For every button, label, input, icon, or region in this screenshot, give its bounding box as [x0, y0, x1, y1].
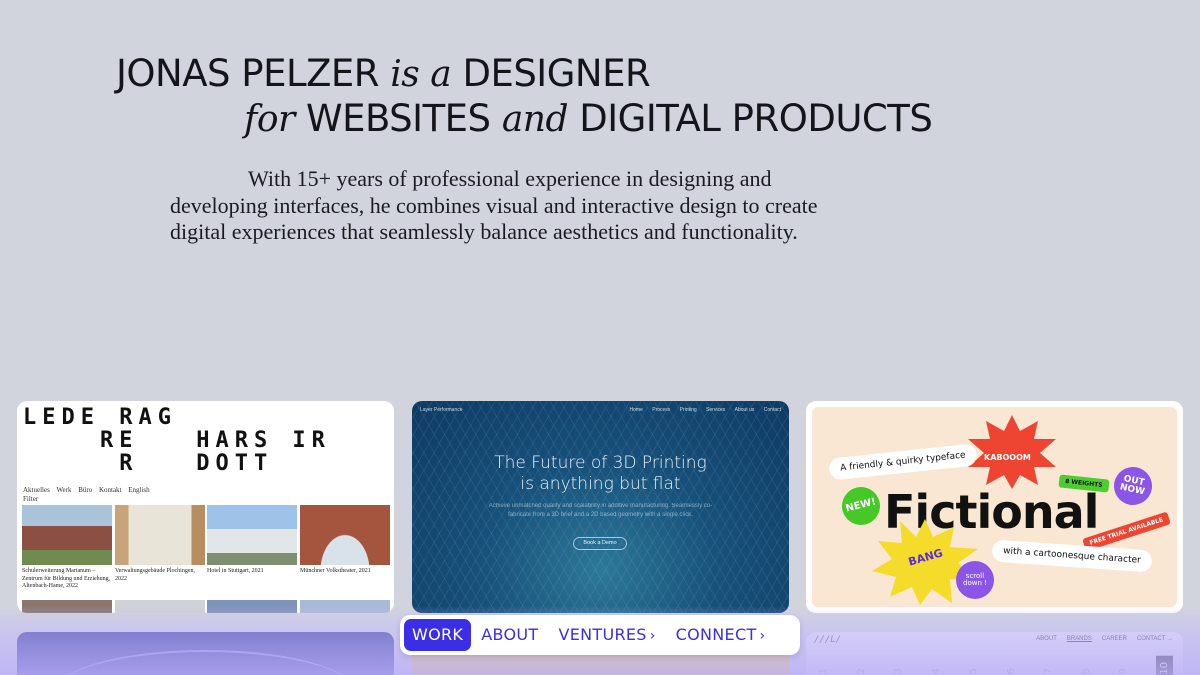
- nav-about[interactable]: ABOUT: [471, 619, 548, 651]
- floating-nav: WORK ABOUT VENTURES › CONNECT ›: [400, 615, 800, 655]
- brand-number: 07: [1043, 668, 1055, 675]
- brand-number: 03: [893, 668, 905, 675]
- brands-nav: ABOUT BRANDS CAREER CONTACT →: [1036, 636, 1173, 642]
- building-thumb: [22, 505, 112, 565]
- title-products: DIGITAL PRODUCTS: [579, 97, 933, 140]
- building-thumb: [300, 505, 390, 565]
- building-thumb: [207, 505, 297, 565]
- brand-number: 05: [968, 668, 980, 675]
- architecture-menu-item: Werk: [56, 486, 72, 494]
- project-caption: Schulerweiterung Marianum – Zentrum für …: [22, 568, 111, 589]
- brand-number: 09: [1118, 668, 1130, 675]
- printing-nav-item: Contact: [763, 407, 781, 413]
- project-card-partial[interactable]: [17, 632, 394, 675]
- building-thumb: [207, 600, 297, 613]
- chevron-right-icon: ›: [759, 628, 766, 644]
- brand-number: 02: [855, 668, 867, 675]
- title-for: for: [244, 99, 295, 140]
- brands-nav-item: BRANDS: [1066, 636, 1092, 642]
- printing-title-line: is anything but flat: [520, 474, 681, 494]
- hero-section: JONAS PELZER is a DESIGNER for WEBSITES …: [0, 0, 1200, 380]
- title-and: and: [501, 99, 569, 140]
- brands-nav-item: ABOUT: [1036, 636, 1057, 642]
- title-is-a: is a: [390, 54, 452, 95]
- title-name: JONAS PELZER: [116, 52, 380, 95]
- brands-nav-item: CONTACT →: [1136, 636, 1173, 642]
- out-now-badge: OUT NOW: [1110, 463, 1156, 509]
- nav-connect[interactable]: CONNECT ›: [666, 619, 776, 651]
- architecture-menu-item: Aktuelles: [23, 486, 50, 494]
- project-card-3d-printing[interactable]: Layer Performance Home Process Printing …: [412, 401, 789, 613]
- brand-number: 06: [1005, 668, 1017, 675]
- title-role: DESIGNER: [462, 52, 651, 95]
- scroll-badge: scroll down !: [956, 561, 994, 599]
- title-line-2: for WEBSITES and DIGITAL PRODUCTS: [244, 97, 933, 142]
- building-thumb: [115, 505, 205, 565]
- architecture-menu: Aktuelles Werk Büro Kontakt English: [23, 486, 155, 494]
- printing-title-line: The Future of 3D Printing: [494, 453, 707, 473]
- chevron-right-icon: ›: [649, 628, 656, 644]
- architecture-menu-item: English: [128, 486, 150, 494]
- kaboom-burst-icon: [968, 415, 1056, 489]
- building-thumb: [22, 600, 112, 613]
- project-card-fictional[interactable]: KABOOOM A friendly & quirky typeface 8 W…: [806, 401, 1183, 613]
- building-thumb: [115, 600, 205, 613]
- page-title: JONAS PELZER is a DESIGNER for WEBSITES …: [116, 52, 933, 142]
- brand-number: 01: [818, 668, 829, 675]
- title-websites: WEBSITES: [305, 97, 491, 140]
- project-card-brands[interactable]: ///L/ ABOUT BRANDS CAREER CONTACT → 01 0…: [806, 632, 1183, 675]
- brand-number: 04: [930, 668, 942, 675]
- book-demo-button: Book a Demo: [573, 537, 627, 550]
- nav-ventures[interactable]: VENTURES ›: [548, 619, 665, 651]
- architecture-menu-item: Kontakt: [98, 486, 122, 494]
- brands-number-strip: 01 02 03 04 05 06 07 08 09 10: [818, 656, 1173, 675]
- nav-ventures-label: VENTURES: [558, 625, 647, 644]
- architecture-filter: Filter: [23, 495, 39, 503]
- fictional-poster: KABOOOM A friendly & quirky typeface 8 W…: [812, 407, 1177, 607]
- printing-nav-links: Home Process Printing Services About us …: [622, 407, 781, 413]
- printing-nav-item: Printing: [679, 407, 697, 413]
- building-thumb: [300, 600, 390, 613]
- printing-nav-item: Services: [706, 407, 726, 413]
- architecture-menu-item: Büro: [78, 486, 93, 494]
- printing-brand: Layer Performance: [420, 407, 463, 413]
- architecture-logo: LEDE RAG RE HARS IR R DOTT: [23, 405, 331, 476]
- brand-number-selected: 10: [1155, 656, 1173, 675]
- brands-logo: ///L/: [814, 635, 842, 645]
- printing-nav-item: Home: [629, 407, 643, 413]
- brand-number: 08: [1080, 668, 1092, 675]
- project-card-architecture[interactable]: LEDE RAG RE HARS IR R DOTT Aktuelles Wer…: [17, 401, 394, 613]
- printing-nav: Layer Performance Home Process Printing …: [420, 405, 781, 415]
- project-caption: Hotel in Stuttgart, 2021: [207, 568, 264, 574]
- tagline-bottom: with a cartoonesque character: [991, 539, 1153, 573]
- nav-work[interactable]: WORK: [404, 619, 472, 651]
- kaboom-label: KABOOOM: [984, 453, 1031, 462]
- brands-nav-item: CAREER: [1101, 636, 1127, 642]
- printing-nav-item: About us: [734, 407, 755, 413]
- project-caption: Verwaltungsgebäude Plochingen, 2022: [115, 568, 195, 582]
- printing-nav-item: Process: [652, 407, 671, 413]
- printing-title: The Future of 3D Printing is anything bu…: [412, 453, 789, 495]
- project-caption: Münchner Volkstheater, 2021: [300, 568, 371, 574]
- printing-subtitle: Achieve unmatched quality and scalabilit…: [488, 503, 713, 518]
- tagline-top: A friendly & quirky typeface: [828, 443, 978, 481]
- intro-paragraph: With 15+ years of professional experienc…: [170, 166, 818, 244]
- nav-connect-label: CONNECT: [675, 625, 757, 644]
